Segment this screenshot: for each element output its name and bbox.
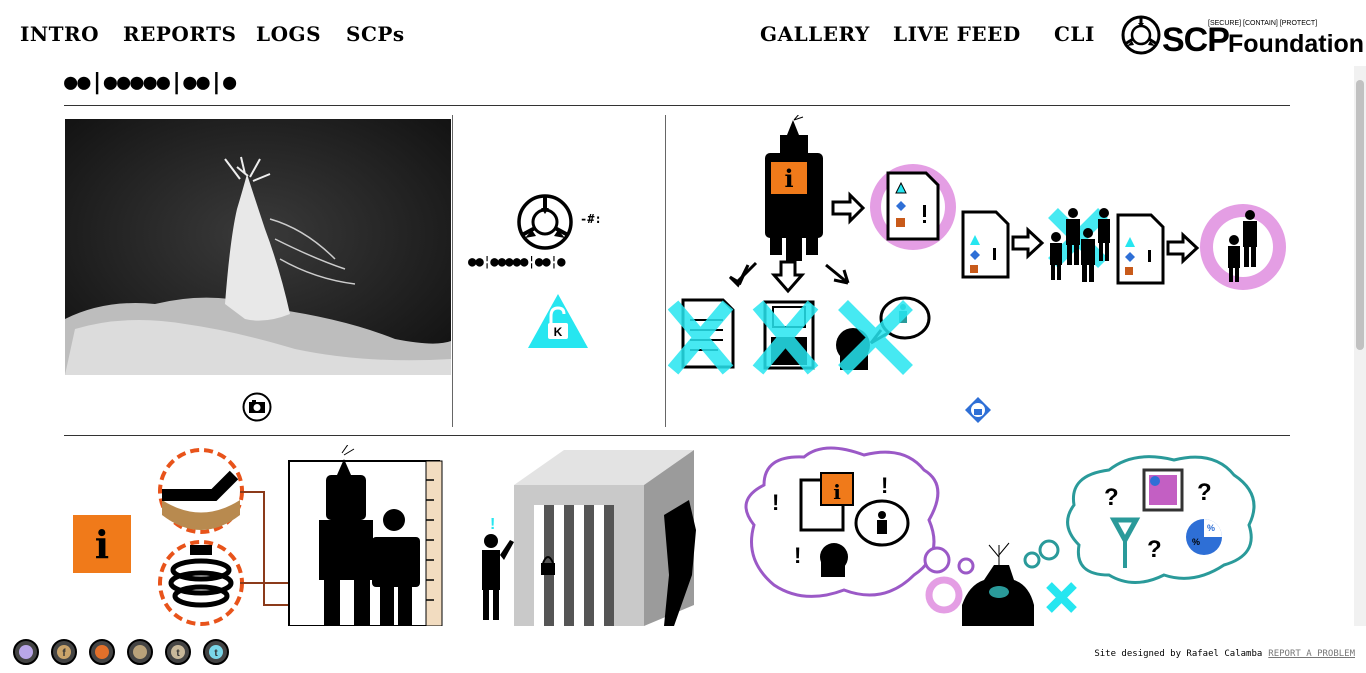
site-icon[interactable] xyxy=(12,638,40,666)
overseer-council-icon xyxy=(1200,204,1286,290)
facebook-icon[interactable]: f xyxy=(50,638,78,666)
divider-top xyxy=(64,105,1290,106)
arrow-right-icon xyxy=(1166,231,1200,265)
scp-foundation-logo[interactable]: [SECURE] [CONTAIN] [PROTECT] SCP Foundat… xyxy=(1120,14,1366,56)
percent-sign-1: % xyxy=(1192,537,1200,547)
keter-unlock-icon: K xyxy=(528,294,588,348)
arrow-right-icon xyxy=(1011,226,1045,260)
classified-document-icon xyxy=(870,164,956,250)
dreaming-subject-icon xyxy=(962,542,1034,626)
document-icon xyxy=(1116,213,1165,285)
page-scrollbar[interactable] xyxy=(1354,66,1366,626)
nav-intro[interactable]: INTRO xyxy=(20,22,99,46)
divider-vertical-1 xyxy=(452,115,453,427)
percent-sign-2: % xyxy=(1207,523,1215,533)
nav-logs[interactable]: LOGS xyxy=(256,22,321,46)
thought-exclaim-2: ! xyxy=(881,473,888,498)
redacted-designation: ●●¦●●●●●¦●●¦● xyxy=(468,254,566,270)
divider-middle xyxy=(64,435,1290,436)
camera-icon[interactable] xyxy=(242,392,272,422)
logo-scp: SCP xyxy=(1162,21,1229,56)
report-problem-link[interactable]: REPORT A PROBLEM xyxy=(1268,649,1355,659)
subject-photo xyxy=(65,119,451,375)
locked-info-icon xyxy=(965,397,991,423)
scp-emblem-icon xyxy=(1121,15,1161,55)
containment-flow-diagram: i xyxy=(668,115,1286,423)
nav-cli[interactable]: CLI xyxy=(1054,22,1095,46)
designer-credit: Site designed by Rafael Calamba xyxy=(1094,649,1263,659)
thought-exclaim-3: ! xyxy=(794,543,801,568)
thought-cloud-icon: i ! ! ! xyxy=(744,446,975,614)
footer-credit: Site designed by Rafael Calamba REPORT A … xyxy=(1094,649,1355,659)
alert-mark: ! xyxy=(490,516,495,533)
question-cloud-icon: % % ? ? ? xyxy=(1023,455,1256,613)
level-letter: K xyxy=(554,325,563,339)
researcher-figure-icon: ! xyxy=(482,516,514,620)
twitter-icon[interactable]: t xyxy=(202,638,230,666)
thought-exclaim-1: ! xyxy=(772,490,779,515)
coil-closeup-icon xyxy=(158,540,244,626)
arrow-down-icon xyxy=(770,260,806,294)
info-glyph: i xyxy=(784,164,793,193)
logo-foundation: Foundation xyxy=(1228,30,1364,56)
nav-scps[interactable]: SCPs xyxy=(346,22,405,46)
height-chart-icon xyxy=(288,445,443,626)
subject-description-diagram: i ! i ! ! ! % % ? ? ? xyxy=(73,445,1256,626)
info-glyph-thought: i xyxy=(833,480,841,504)
arrow-right-icon xyxy=(831,191,866,225)
top-navigation: INTRO REPORTS LOGS SCPs GALLERY LIVE FEE… xyxy=(0,0,1366,66)
nav-gallery[interactable]: GALLERY xyxy=(760,22,870,46)
arrow-down-right-icon xyxy=(825,263,850,285)
divider-vertical-2 xyxy=(665,115,666,427)
personnel-group-icon xyxy=(1048,208,1110,282)
subject-figure-icon: i xyxy=(765,115,823,261)
arrow-down-left-icon xyxy=(728,261,758,288)
containment-cell-icon xyxy=(514,450,696,626)
reddit-icon[interactable] xyxy=(88,638,116,666)
object-class-code: -#: xyxy=(580,212,602,226)
redacted-speech-icon xyxy=(836,296,931,375)
nav-reports[interactable]: REPORTS xyxy=(123,22,236,46)
scp-emblem-icon xyxy=(517,194,573,250)
document-icon xyxy=(961,210,1010,279)
question-2: ? xyxy=(1197,479,1212,506)
nav-live-feed[interactable]: LIVE FEED xyxy=(893,22,1021,46)
info-badge-icon: i xyxy=(73,515,131,573)
redacted-report-icon xyxy=(668,298,735,375)
scrollbar-thumb[interactable] xyxy=(1356,80,1364,350)
tendril-closeup-icon xyxy=(158,448,244,534)
scp-icon[interactable] xyxy=(126,638,154,666)
info-glyph-bottom: i xyxy=(95,522,109,567)
tumblr-icon[interactable]: t xyxy=(164,638,192,666)
redacted-storage-icon xyxy=(752,300,819,375)
redacted-page-title: ●●|●●●●●|●●|● xyxy=(64,70,237,95)
question-1: ? xyxy=(1104,484,1119,511)
question-3: ? xyxy=(1147,536,1162,563)
